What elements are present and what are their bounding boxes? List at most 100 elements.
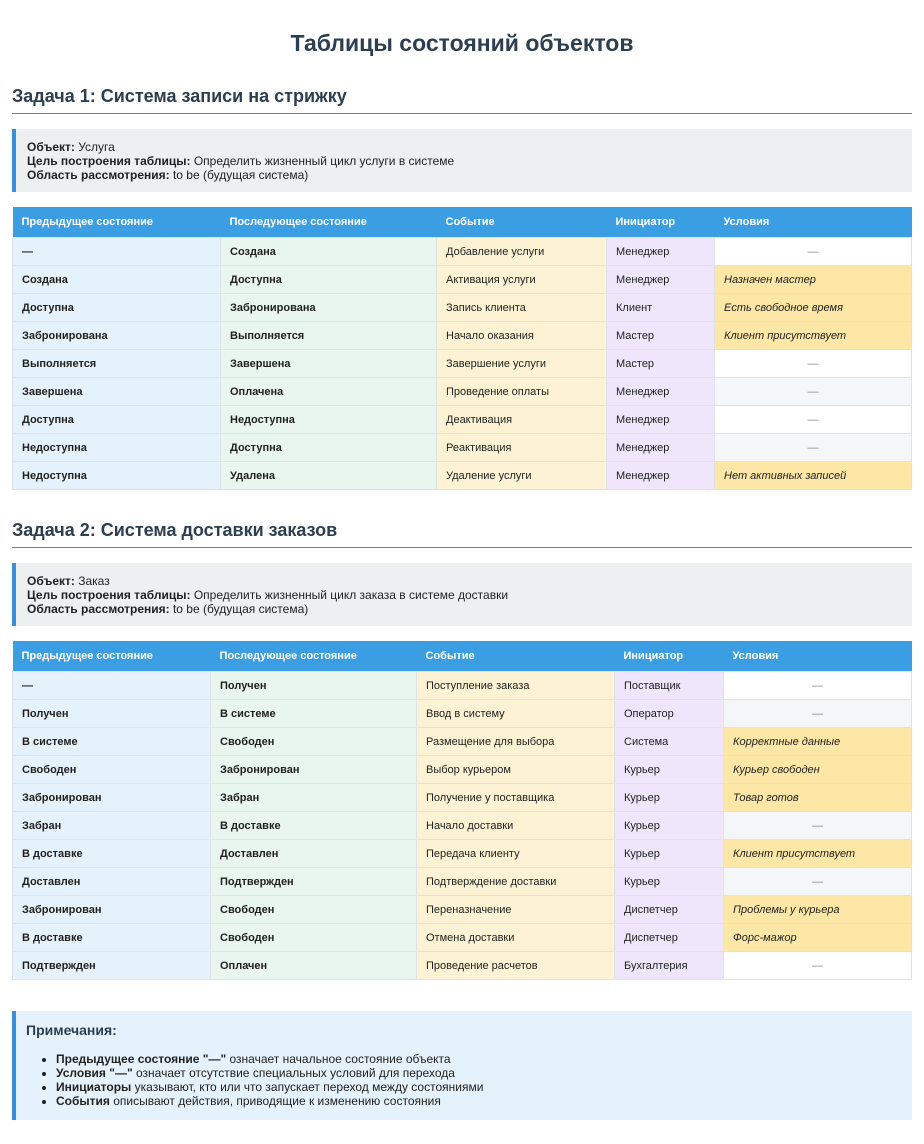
condition-cell: —: [723, 699, 912, 728]
table-row: Забронирован Свободен Переназначение Диспет…: [12, 895, 912, 924]
table-row: В доставке Свободен Отмена доставки Диспетч…: [12, 923, 912, 952]
condition-cell: —: [723, 671, 912, 700]
table-row: В доставке Доставлен Передача клиенту Курье…: [12, 839, 912, 868]
notes-list: Предыдущее состояние "—" означает началь…: [26, 1052, 900, 1108]
task2-section: Задача 2: Система доставки заказов Объек…: [12, 520, 912, 980]
notes-title: Примечания:: [26, 1022, 117, 1038]
initiator-cell: Менеджер: [606, 265, 715, 294]
prev-state-cell: Свободен: [12, 755, 211, 784]
task2-scope-line: Область рассмотрения: to be (будущая сис…: [27, 602, 900, 616]
note-item: Предыдущее состояние "—" означает началь…: [56, 1052, 900, 1066]
initiator-cell: Клиент: [606, 293, 715, 322]
initiator-cell: Мастер: [606, 349, 715, 378]
prev-state-cell: В доставке: [12, 839, 211, 868]
table-row: Забран В доставке Начало доставки Курьер —: [12, 811, 912, 840]
initiator-cell: Менеджер: [606, 433, 715, 462]
next-state-cell: Завершена: [220, 349, 437, 378]
next-state-cell: Недоступна: [220, 405, 437, 434]
condition-cell: Назначен мастер: [714, 265, 912, 294]
task2-goal-label: Цель построения таблицы:: [27, 588, 191, 602]
prev-state-cell: Завершена: [12, 377, 221, 406]
table-row: Недоступна Доступна Реактивация Менеджер —: [12, 433, 912, 462]
task1-goal-label: Цель построения таблицы:: [27, 154, 191, 168]
event-cell: Активация услуги: [436, 265, 607, 294]
column-header: Предыдущее состояние: [12, 641, 211, 672]
note-item: События описывают действия, приводящие к…: [56, 1094, 900, 1108]
event-cell: Проведение расчетов: [416, 951, 615, 980]
next-state-cell: Свободен: [210, 923, 417, 952]
event-cell: Начало доставки: [416, 811, 615, 840]
task2-goal-value: Определить жизненный цикл заказа в систе…: [193, 588, 509, 602]
event-cell: Поступление заказа: [416, 671, 615, 700]
condition-cell: —: [714, 377, 912, 406]
initiator-cell: Курьер: [614, 811, 724, 840]
task2-object-value: Заказ: [78, 574, 110, 588]
prev-state-cell: —: [12, 237, 221, 266]
table-row: — Получен Поступление заказа Поставщик —: [12, 671, 912, 700]
column-header: Последующее состояние: [210, 641, 417, 672]
note-text: означает отсутствие специальных условий …: [132, 1066, 455, 1080]
initiator-cell: Поставщик: [614, 671, 724, 700]
task1-section: Задача 1: Система записи на стрижку Объе…: [12, 86, 912, 490]
task2-table-body: — Получен Поступление заказа Поставщик — Полу…: [12, 671, 912, 980]
condition-cell: —: [723, 811, 912, 840]
page: Таблицы состояний объектов Задача 1: Сис…: [0, 0, 924, 1120]
table-row: Доставлен Подтвержден Подтверждение достав…: [12, 867, 912, 896]
initiator-cell: Мастер: [606, 321, 715, 350]
event-cell: Подтверждение доставки: [416, 867, 615, 896]
event-cell: Выбор курьером: [416, 755, 615, 784]
condition-cell: Курьер свободен: [723, 755, 912, 784]
task2-table-header: Предыдущее состояние Последующее состояни…: [12, 641, 912, 672]
condition-cell: —: [723, 867, 912, 896]
initiator-cell: Курьер: [614, 867, 724, 896]
task1-goal-line: Цель построения таблицы: Определить жизн…: [27, 154, 900, 168]
table-row: В системе Свободен Размещение для выбора Си…: [12, 727, 912, 756]
next-state-cell: Удалена: [220, 461, 437, 490]
prev-state-cell: Забран: [12, 811, 211, 840]
task1-object-value: Услуга: [78, 140, 115, 154]
task2-scope-label: Область рассмотрения:: [27, 602, 170, 616]
task2-goal-line: Цель построения таблицы: Определить жизн…: [27, 588, 900, 602]
task2-state-table: Предыдущее состояние Последующее состояни…: [12, 641, 912, 980]
task1-object-label: Объект:: [27, 140, 75, 154]
prev-state-cell: Забронирован: [12, 895, 211, 924]
next-state-cell: Доставлен: [210, 839, 417, 868]
next-state-cell: Свободен: [210, 727, 417, 756]
next-state-cell: Выполняется: [220, 321, 437, 350]
prev-state-cell: Забронирован: [12, 783, 211, 812]
condition-cell: Клиент присутствует: [723, 839, 912, 868]
note-text: означает начальное состояние объекта: [226, 1052, 451, 1066]
next-state-cell: Подтвержден: [210, 867, 417, 896]
note-text: описывают действия, приводящие к изменен…: [109, 1094, 441, 1108]
table-row: Недоступна Удалена Удаление услуги Менеджер…: [12, 461, 912, 490]
next-state-cell: В системе: [210, 699, 417, 728]
prev-state-cell: Доступна: [12, 293, 221, 322]
event-cell: Размещение для выбора: [416, 727, 615, 756]
prev-state-cell: Выполняется: [12, 349, 221, 378]
page-title: Таблицы состояний объектов: [290, 30, 634, 56]
next-state-cell: Забронирован: [210, 755, 417, 784]
initiator-cell: Система: [614, 727, 724, 756]
task1-table-header: Предыдущее состояние Последующее состояни…: [12, 207, 912, 238]
next-state-cell: Оплачена: [220, 377, 437, 406]
condition-cell: Клиент присутствует: [714, 321, 912, 350]
table-row: Забронирован Забран Получение у поставщика…: [12, 783, 912, 812]
condition-cell: Нет активных записей: [714, 461, 912, 490]
prev-state-cell: Создана: [12, 265, 221, 294]
next-state-cell: Свободен: [210, 895, 417, 924]
prev-state-cell: Доставлен: [12, 867, 211, 896]
condition-cell: —: [714, 237, 912, 266]
next-state-cell: Оплачен: [210, 951, 417, 980]
initiator-cell: Курьер: [614, 783, 724, 812]
task1-scope-line: Область рассмотрения: to be (будущая сис…: [27, 168, 900, 182]
event-cell: Реактивация: [436, 433, 607, 462]
task1-scope-value: to be (будущая система): [172, 168, 309, 182]
condition-cell: Форс-мажор: [723, 923, 912, 952]
note-term: Инициаторы: [56, 1080, 132, 1094]
condition-cell: —: [714, 433, 912, 462]
prev-state-cell: Недоступна: [12, 433, 221, 462]
prev-state-cell: Забронирована: [12, 321, 221, 350]
event-cell: Получение у поставщика: [416, 783, 615, 812]
condition-cell: —: [714, 405, 912, 434]
task1-object-line: Объект: Услуга: [27, 140, 900, 154]
